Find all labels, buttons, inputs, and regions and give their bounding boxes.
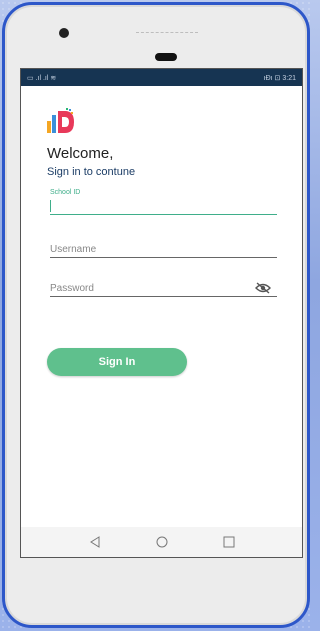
- username-placeholder: Username: [50, 243, 97, 255]
- password-input[interactable]: Password: [50, 280, 277, 297]
- username-field[interactable]: Username: [50, 241, 277, 258]
- username-input[interactable]: Username: [50, 241, 277, 258]
- status-left: ▭ .ıl .ıl ≋: [27, 74, 57, 82]
- password-placeholder: Password: [50, 282, 94, 294]
- recents-icon[interactable]: [223, 536, 235, 548]
- text-caret: [50, 200, 51, 212]
- home-icon[interactable]: [156, 536, 168, 548]
- school-id-field[interactable]: School ID: [50, 189, 277, 215]
- status-right: ıĐı ⊡ 3:21: [263, 74, 296, 82]
- password-field[interactable]: Password: [50, 280, 277, 297]
- status-bar: ▭ .ıl .ıl ≋ ıĐı ⊡ 3:21: [21, 69, 302, 86]
- eye-off-icon[interactable]: [255, 282, 271, 294]
- app-logo-icon: [47, 108, 74, 133]
- signin-subtitle: Sign in to contune: [47, 166, 136, 178]
- android-nav-bar: [21, 527, 302, 557]
- signin-button[interactable]: Sign In: [47, 348, 187, 376]
- earpiece: [155, 53, 177, 61]
- school-id-label: School ID: [50, 189, 81, 196]
- speaker-grille: [136, 32, 198, 36]
- school-id-input[interactable]: [50, 198, 277, 215]
- front-camera: [59, 28, 69, 38]
- back-icon[interactable]: [89, 536, 101, 548]
- welcome-heading: Welcome,: [47, 145, 114, 162]
- app-screen: ▭ .ıl .ıl ≋ ıĐı ⊡ 3:21 Welcome, Sign in …: [20, 68, 303, 558]
